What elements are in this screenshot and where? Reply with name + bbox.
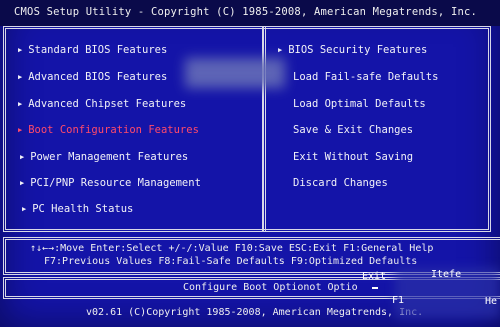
window-title: CMOS Setup Utility - Copyright (C) 1985-… bbox=[14, 6, 478, 18]
bios-screen: CMOS Setup Utility - Copyright (C) 1985-… bbox=[0, 0, 500, 327]
title-bar: CMOS Setup Utility - Copyright (C) 1985-… bbox=[0, 0, 500, 26]
menu-item-pc-health-status[interactable]: ▶ PC Health Status bbox=[22, 203, 133, 215]
menu-item-label: Discard Changes bbox=[293, 177, 388, 189]
popup-f1-label: F1 bbox=[392, 295, 405, 306]
menu-item-label: BIOS Security Features bbox=[288, 44, 428, 56]
menu-item-load-optimal-defaults[interactable]: Load Optimal Defaults bbox=[293, 98, 426, 110]
triangle-right-icon: ▶ bbox=[18, 126, 23, 134]
menu-item-label: Exit Without Saving bbox=[293, 151, 414, 163]
copyright-footer: v02.61 (C)Copyright 1985-2008, American … bbox=[86, 307, 424, 318]
popup-itefe-label: Itefe bbox=[431, 269, 462, 280]
triangle-right-icon: ▶ bbox=[18, 46, 23, 54]
menu-item-advanced-chipset-features[interactable]: ▶ Advanced Chipset Features bbox=[18, 98, 186, 110]
menu-item-exit-without-saving[interactable]: Exit Without Saving bbox=[293, 151, 413, 163]
menu-item-pci-pnp-resource-management[interactable]: ▶ PCI/PNP Resource Management bbox=[20, 177, 201, 189]
menu-item-label: PC Health Status bbox=[32, 203, 134, 215]
menu-item-label: PCI/PNP Resource Management bbox=[30, 177, 201, 189]
popup-help-label: He bbox=[485, 296, 498, 307]
menu-divider bbox=[262, 26, 266, 232]
triangle-right-icon: ▶ bbox=[20, 153, 25, 161]
menu-item-standard-bios-features[interactable]: ▶ Standard BIOS Features bbox=[18, 44, 167, 56]
item-description: Configure Boot Optionot Optio bbox=[183, 282, 358, 293]
menu-item-label: Save & Exit Changes bbox=[293, 124, 414, 136]
menu-item-label: Advanced Chipset Features bbox=[28, 98, 187, 110]
help-line-function-keys: F7:Previous Values F8:Fail-Safe Defaults… bbox=[44, 256, 418, 267]
menu-item-bios-security-features[interactable]: ▶ BIOS Security Features bbox=[278, 44, 427, 56]
menu-item-label: Advanced BIOS Features bbox=[28, 71, 168, 83]
triangle-right-icon: ▶ bbox=[18, 73, 23, 81]
triangle-right-icon: ▶ bbox=[18, 100, 23, 108]
blurred-region bbox=[185, 58, 285, 88]
triangle-right-icon: ▶ bbox=[22, 205, 27, 213]
menu-item-label: Standard BIOS Features bbox=[28, 44, 168, 56]
menu-item-label: Load Fail-safe Defaults bbox=[293, 71, 439, 83]
menu-item-load-fail-safe-defaults[interactable]: Load Fail-safe Defaults bbox=[293, 71, 438, 83]
popup-exit-label: Exit bbox=[362, 271, 387, 282]
help-line-navigation: ↑↓←→:Move Enter:Select +/-/:Value F10:Sa… bbox=[30, 243, 434, 254]
menu-item-label: Load Optimal Defaults bbox=[293, 98, 426, 110]
text-cursor bbox=[372, 287, 378, 289]
menu-item-save-exit-changes[interactable]: Save & Exit Changes bbox=[293, 124, 413, 136]
menu-item-discard-changes[interactable]: Discard Changes bbox=[293, 177, 388, 189]
menu-item-power-management-features[interactable]: ▶ Power Management Features bbox=[20, 151, 188, 163]
menu-item-boot-configuration-features[interactable]: ▶ Boot Configuration Features bbox=[18, 124, 199, 136]
menu-item-advanced-bios-features[interactable]: ▶ Advanced BIOS Features bbox=[18, 71, 167, 83]
menu-item-label: Boot Configuration Features bbox=[28, 124, 199, 136]
triangle-right-icon: ▶ bbox=[278, 46, 283, 54]
triangle-right-icon: ▶ bbox=[20, 179, 25, 187]
menu-item-label: Power Management Features bbox=[30, 151, 189, 163]
